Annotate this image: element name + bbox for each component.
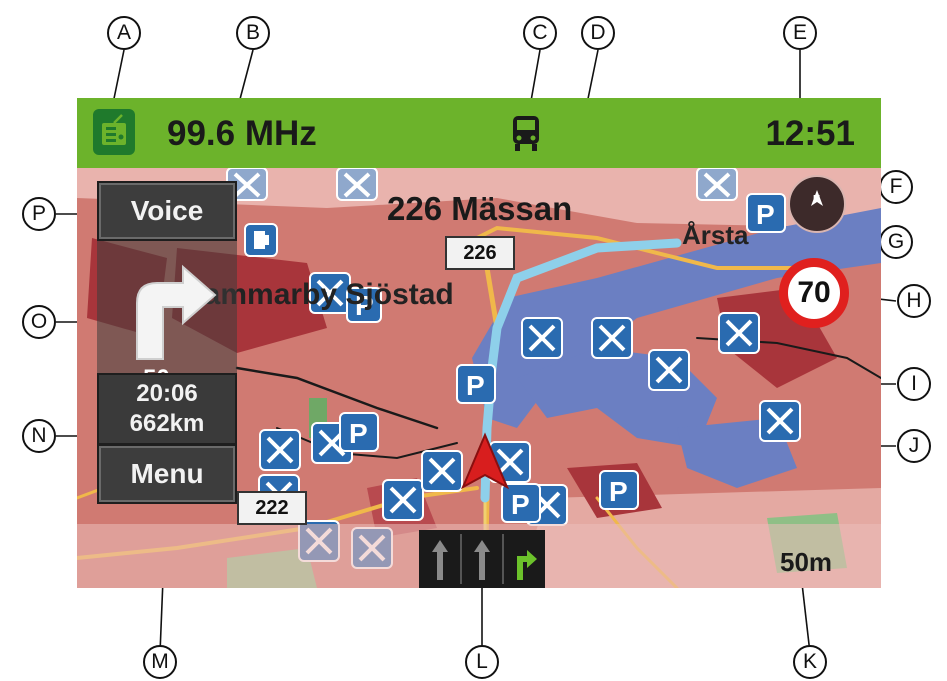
- radio-frequency: 99.6 MHz: [167, 114, 317, 153]
- menu-button[interactable]: Menu: [97, 444, 237, 504]
- svg-text:P: P: [609, 476, 628, 507]
- turn-right-arrow-icon: [136, 264, 217, 360]
- callout-o: O: [22, 305, 56, 339]
- callout-h: H: [897, 284, 931, 318]
- status-bar: 99.6 MHz 12:51: [77, 98, 881, 168]
- lane-straight-icon: [432, 540, 448, 580]
- callout-c: C: [523, 16, 557, 50]
- callout-e: E: [783, 16, 817, 50]
- svg-text:N: N: [813, 194, 820, 205]
- bus-icon: [509, 112, 543, 154]
- road-shield-226: 226: [445, 236, 515, 270]
- svg-text:P: P: [466, 370, 485, 401]
- road-shield-222: 222: [237, 491, 307, 525]
- svg-text:P: P: [511, 489, 530, 520]
- svg-text:P: P: [349, 418, 368, 449]
- current-street-name: 226 Mässan: [387, 190, 573, 227]
- distance-remaining: 662km: [129, 410, 205, 437]
- callout-g: G: [879, 225, 913, 259]
- callout-a: A: [107, 16, 141, 50]
- callout-k: K: [793, 645, 827, 679]
- callout-b: B: [236, 16, 270, 50]
- lane-guidance: [419, 530, 545, 588]
- radio-icon[interactable]: [93, 109, 135, 155]
- arrival-time: 20:06: [136, 380, 198, 407]
- lane-right-turn-icon: [517, 550, 537, 580]
- callout-d: D: [581, 16, 615, 50]
- callout-p: P: [22, 197, 56, 231]
- clock: 12:51: [765, 114, 855, 153]
- map-scale-label: 50m: [780, 547, 833, 577]
- svg-text:P: P: [756, 199, 775, 230]
- navigation-screen: 99.6 MHz 12:51 P P P P P P N 226 Mässan …: [77, 98, 881, 588]
- voice-button[interactable]: Voice: [97, 181, 237, 241]
- callout-f: F: [879, 170, 913, 204]
- callout-m: M: [143, 645, 177, 679]
- callout-i: I: [897, 367, 931, 401]
- callout-j: J: [897, 429, 931, 463]
- speed-limit-sign: 70: [779, 258, 849, 328]
- figure: A B C D E F G H I J K L M N O P 99.6 MHz: [0, 0, 947, 681]
- lane-straight-icon: [474, 540, 490, 580]
- callout-l: L: [465, 645, 499, 679]
- callout-n: N: [22, 419, 56, 453]
- eta-panel: 20:06 662km: [97, 373, 237, 445]
- area-label-right: Årsta: [682, 220, 749, 250]
